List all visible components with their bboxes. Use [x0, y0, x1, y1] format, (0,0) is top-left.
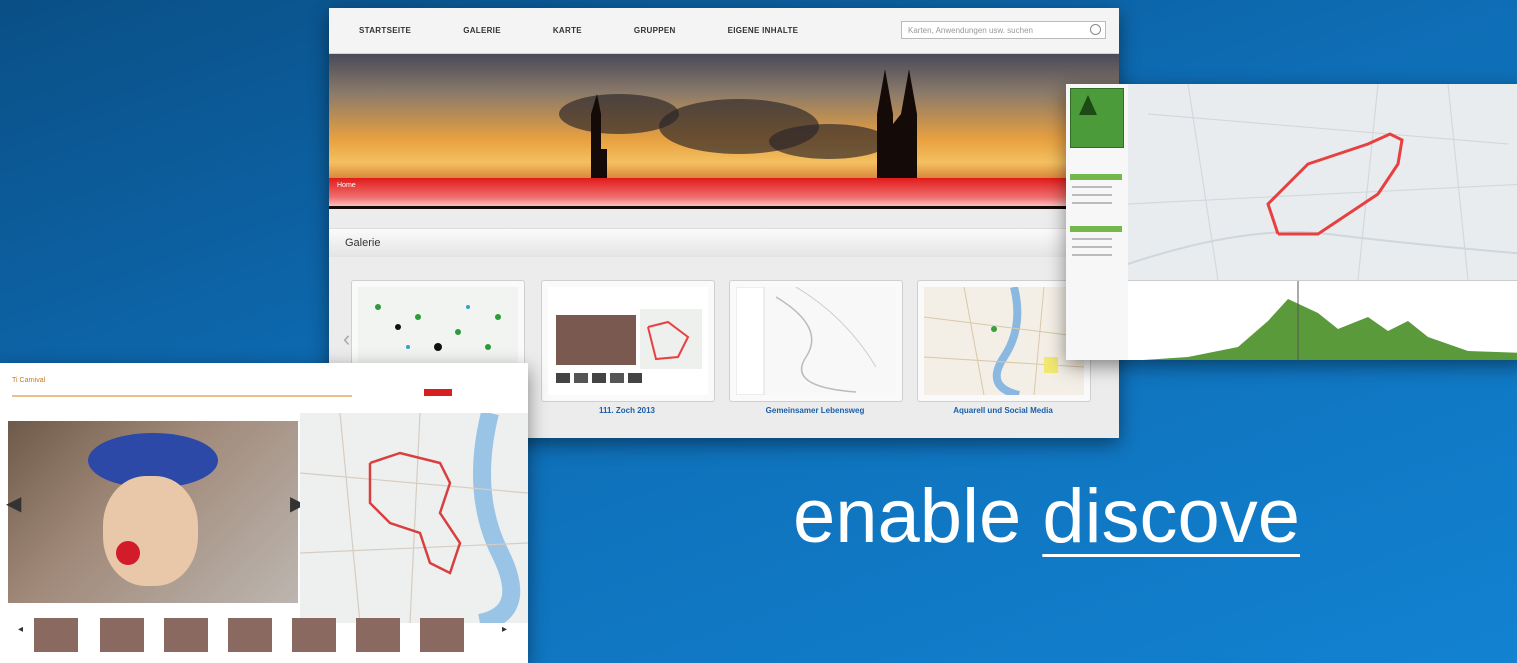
thumbnail-strip: ◂ ▸ [0, 618, 528, 658]
section-title: Galerie [345, 237, 381, 249]
sidebar-line [1072, 194, 1112, 196]
carnival-app-thumbnail [548, 287, 708, 395]
sidebar-line [1072, 202, 1112, 204]
gallery-card[interactable] [729, 280, 903, 402]
thumbnail[interactable] [100, 618, 144, 652]
gallery-card[interactable] [917, 280, 1091, 402]
thumbnail[interactable] [356, 618, 400, 652]
carnival-route-map[interactable] [299, 410, 528, 632]
chevron-right-icon[interactable]: ▸ [502, 624, 507, 635]
route-map[interactable] [1127, 84, 1517, 281]
share-button[interactable] [424, 389, 452, 396]
carnival-photo [8, 421, 298, 603]
gallery-card[interactable] [541, 280, 715, 402]
nav-eigene-inhalte[interactable]: EIGENE INHALTE [728, 26, 799, 35]
tagline: enable discove [793, 473, 1300, 560]
gallery-section-header: Galerie [329, 228, 1119, 257]
sidebar-line [1072, 238, 1112, 240]
chevron-left-icon[interactable]: ◂ [18, 624, 23, 635]
route-line [1266, 132, 1404, 236]
search-placeholder: Karten, Anwendungen usw. suchen [908, 26, 1033, 35]
tree-icon [1079, 95, 1097, 115]
search-icon[interactable] [1090, 24, 1101, 35]
route-elevation-screenshot [1066, 84, 1517, 360]
nose-shape [116, 541, 140, 565]
sidebar-line [1072, 254, 1112, 256]
chevron-left-icon[interactable]: ‹ [343, 326, 350, 352]
nav-galerie[interactable]: GALERIE [463, 26, 501, 35]
city-map-thumbnail [924, 287, 1084, 395]
elevation-chart [1143, 281, 1517, 360]
map-sidebar [1066, 84, 1129, 360]
tagline-emphasis: discove [1042, 474, 1301, 559]
search-input[interactable]: Karten, Anwendungen usw. suchen [901, 21, 1106, 39]
elevation-profile [1128, 280, 1517, 360]
gallery-card-label[interactable]: 111. Zoch 2013 [541, 406, 713, 415]
sidebar-line [1072, 186, 1112, 188]
sidebar-section-bar [1070, 226, 1122, 232]
gallery-card-label[interactable]: Gemeinsamer Lebensweg [729, 406, 901, 415]
elevation-area [1143, 299, 1517, 360]
app-logo [1070, 88, 1124, 148]
thumbnail[interactable] [292, 618, 336, 652]
thumbnail[interactable] [34, 618, 78, 652]
tagline-prefix: enable [793, 474, 1043, 559]
breadcrumb[interactable]: Home [337, 182, 356, 189]
carnival-story-screenshot: Ti Carnival ◀ ▶ ◂ ▸ [0, 363, 528, 663]
thumbnail[interactable] [420, 618, 464, 652]
face-shape [103, 476, 198, 586]
chevron-left-icon[interactable]: ◀ [6, 491, 21, 516]
route-map-canvas [1127, 84, 1517, 281]
sidebar-line [1072, 246, 1112, 248]
nav-karte[interactable]: KARTE [553, 26, 582, 35]
gallery-card-label[interactable]: Aquarell und Social Media [917, 406, 1089, 415]
nav-gruppen[interactable]: GRUPPEN [634, 26, 676, 35]
header-divider [12, 395, 352, 397]
route-map-thumbnail [736, 287, 896, 395]
red-breadcrumb-bar [329, 178, 1119, 206]
carnival-map-canvas [299, 410, 528, 632]
sidebar-section-bar [1070, 174, 1122, 180]
thumbnail[interactable] [164, 618, 208, 652]
thumbnail[interactable] [228, 618, 272, 652]
app-title: Ti Carnival [12, 377, 46, 384]
nav-startseite[interactable]: STARTSEITE [359, 26, 411, 35]
